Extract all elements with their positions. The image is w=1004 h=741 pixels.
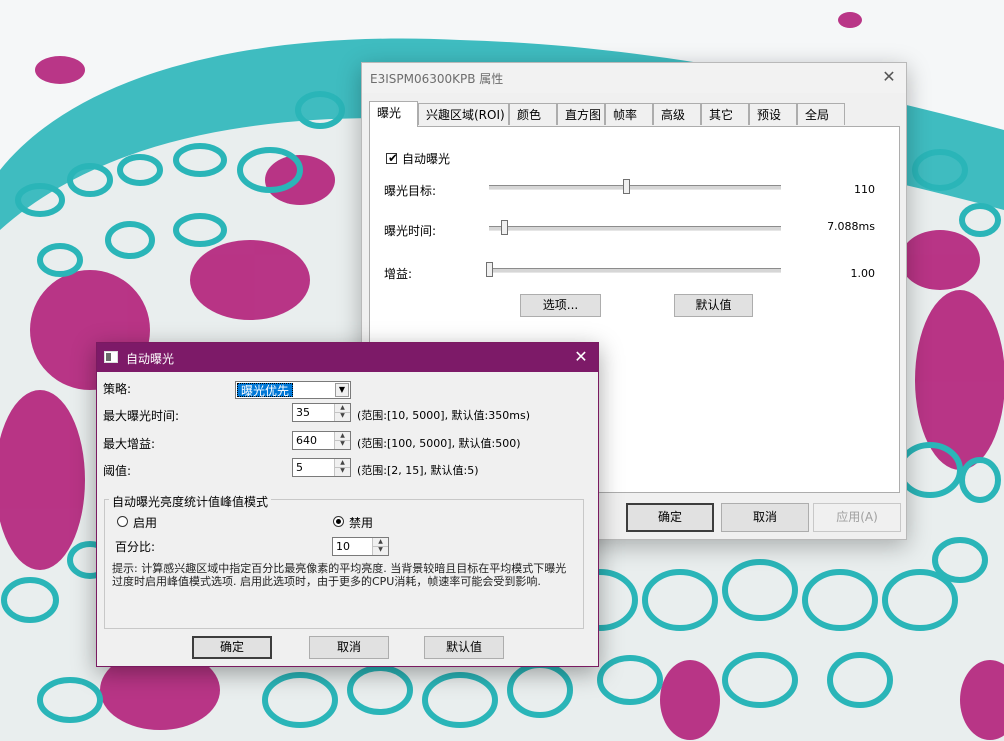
max-gain-stepper[interactable]: 640 ▲ ▼: [292, 431, 351, 450]
percent-label: 百分比:: [115, 540, 156, 554]
max-exposure-time-stepper[interactable]: 35 ▲ ▼: [292, 403, 351, 422]
exposure-time-value: 7.088ms: [827, 220, 875, 233]
auto-exposure-dialog: 自动曝光 ✕ 策略: 曝光优先 ▼ 最大曝光时间: 35 ▲ ▼ (范围:[10…: [96, 342, 599, 667]
apply-button[interactable]: 应用(A): [813, 503, 901, 532]
threshold-label: 阈值:: [103, 464, 132, 478]
threshold-value[interactable]: 5: [296, 461, 303, 474]
peak-mode-group-title: 自动曝光亮度统计值峰值模式: [109, 493, 272, 510]
percent-stepper[interactable]: 10 ▲ ▼: [332, 537, 389, 556]
enable-label: 启用: [133, 516, 158, 530]
threshold-hint: (范围:[2, 15], 默认值:5): [357, 464, 479, 477]
tab-exposure[interactable]: 曝光: [369, 101, 418, 127]
exposure-target-value: 110: [854, 183, 875, 196]
slider-thumb[interactable]: [486, 262, 493, 277]
tab-roi[interactable]: 兴趣区域(ROI): [418, 103, 509, 125]
app-window-icon: [104, 351, 118, 363]
strategy-label: 策略:: [103, 382, 132, 396]
disable-label: 禁用: [349, 516, 374, 530]
peak-mode-tip: 提示: 计算感兴趣区域中指定百分比最亮像素的平均亮度. 当背景较暗且目标在平均模…: [112, 562, 567, 588]
spin-down-icon[interactable]: ▼: [335, 467, 350, 475]
slider-track: [489, 185, 781, 190]
tab-global[interactable]: 全局: [797, 103, 845, 125]
tab-color[interactable]: 颜色: [509, 103, 557, 125]
gain-label: 增益:: [384, 267, 413, 281]
spin-buttons: ▲ ▼: [334, 432, 350, 449]
close-icon[interactable]: ✕: [570, 347, 592, 367]
spin-down-icon[interactable]: ▼: [335, 440, 350, 448]
tab-histogram[interactable]: 直方图: [557, 103, 605, 125]
spin-buttons: ▲ ▼: [334, 404, 350, 421]
tab-presets[interactable]: 预设: [749, 103, 797, 125]
gain-slider[interactable]: [486, 260, 781, 280]
cancel-button[interactable]: 取消: [721, 503, 809, 532]
spin-down-icon[interactable]: ▼: [373, 546, 388, 554]
strategy-dropdown[interactable]: 曝光优先 ▼: [235, 381, 351, 399]
max-exposure-time-hint: (范围:[10, 5000], 默认值:350ms): [357, 409, 530, 422]
enable-radio[interactable]: [117, 516, 128, 527]
strategy-selected-value: 曝光优先: [237, 383, 294, 398]
auto-exposure-titlebar[interactable]: 自动曝光 ✕: [97, 343, 598, 372]
exposure-time-slider[interactable]: [489, 218, 781, 238]
defaults-button[interactable]: 默认值: [674, 294, 753, 317]
close-icon[interactable]: ✕: [878, 67, 900, 87]
max-gain-hint: (范围:[100, 5000], 默认值:500): [357, 437, 521, 450]
defaults-button[interactable]: 默认值: [424, 636, 504, 659]
spin-buttons: ▲ ▼: [334, 459, 350, 476]
tab-framerate[interactable]: 帧率: [605, 103, 653, 125]
tab-misc[interactable]: 其它: [701, 103, 749, 125]
auto-exposure-dialog-title: 自动曝光: [126, 352, 175, 366]
options-button[interactable]: 选项...: [520, 294, 601, 317]
exposure-target-label: 曝光目标:: [384, 184, 437, 198]
spin-down-icon[interactable]: ▼: [335, 412, 350, 420]
max-gain-value[interactable]: 640: [296, 434, 317, 447]
ok-button[interactable]: 确定: [626, 503, 714, 532]
percent-value[interactable]: 10: [336, 540, 350, 553]
auto-exposure-checkbox[interactable]: ✔: [386, 151, 399, 165]
slider-track: [489, 226, 781, 231]
auto-exposure-label: 自动曝光: [402, 152, 451, 166]
cancel-button[interactable]: 取消: [309, 636, 389, 659]
threshold-stepper[interactable]: 5 ▲ ▼: [292, 458, 351, 477]
slider-track: [489, 268, 781, 273]
slider-thumb[interactable]: [500, 220, 508, 235]
exposure-time-label: 曝光时间:: [384, 224, 437, 238]
properties-window-title: E3ISPM06300KPB 属性: [370, 72, 504, 86]
ok-button[interactable]: 确定: [192, 636, 272, 659]
properties-titlebar[interactable]: E3ISPM06300KPB 属性 ✕: [362, 63, 906, 93]
max-exposure-time-value[interactable]: 35: [296, 406, 310, 419]
max-exposure-time-label: 最大曝光时间:: [103, 409, 180, 423]
tab-advanced[interactable]: 高级: [653, 103, 701, 125]
chevron-down-icon[interactable]: ▼: [335, 383, 349, 397]
disable-radio[interactable]: [333, 516, 344, 527]
exposure-target-slider[interactable]: [489, 177, 781, 197]
gain-value: 1.00: [850, 267, 876, 280]
slider-thumb[interactable]: [623, 179, 631, 194]
spin-buttons: ▲ ▼: [372, 538, 388, 555]
check-icon: ✔: [388, 151, 399, 165]
max-gain-label: 最大增益:: [103, 437, 156, 451]
